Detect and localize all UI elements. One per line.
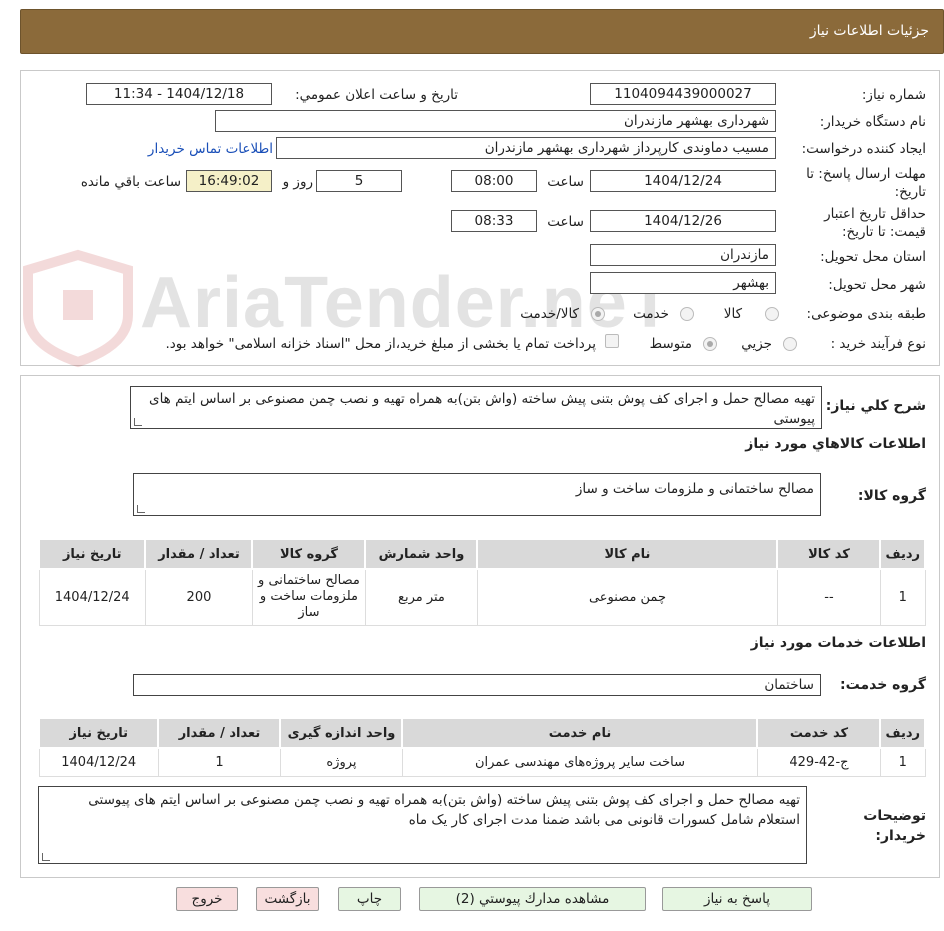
goods-cell-name: چمن مصنوعی <box>476 568 778 626</box>
goods-cell-unit: متر مربع <box>364 568 478 626</box>
category-label: طبقه بندی موضوعی: <box>806 306 926 322</box>
process-option-medium: متوسط <box>649 336 692 352</box>
goods-cell-date: 1404/12/24 <box>38 568 146 626</box>
resize-handle-icon[interactable] <box>42 853 50 861</box>
buyer-notes-text: تهیه مصالح حمل و اجرای کف پوش بتنی پیش س… <box>88 792 800 828</box>
category-radio-goods-service[interactable] <box>591 307 605 321</box>
goods-group-label: گروه كالا: <box>857 488 926 504</box>
service-group-field[interactable]: ساختمان <box>133 674 821 696</box>
goods-cell-qty: 200 <box>144 568 253 626</box>
services-table: رديف كد خدمت نام خدمت واحد اندازه گيری ت… <box>37 717 926 777</box>
category-option-goods-service: كالا/خدمت <box>520 306 579 322</box>
announce-label: تاریخ و ساعت اعلان عمومي: <box>295 87 458 103</box>
service-group-label: گروه خدمت: <box>840 677 926 693</box>
days-field[interactable]: 5 <box>316 170 402 192</box>
category-radio-goods[interactable] <box>765 307 779 321</box>
goods-col-name: نام كالا <box>476 538 779 570</box>
goods-col-group: گروه كالا <box>251 538 367 570</box>
buyer-org-label: نام دستگاه خريدار: <box>819 114 926 130</box>
exit-button[interactable]: خروج <box>176 887 238 911</box>
table-row: 1 -- چمن مصنوعی متر مربع مصالح ساختمانی … <box>38 568 926 626</box>
city-label: شهر محل تحويل: <box>828 277 926 293</box>
announce-field[interactable]: 1404/12/18 - 11:34 <box>86 83 272 105</box>
goods-cell-group: مصالح ساختمانی و ملزومات ساخت و ساز <box>251 568 366 626</box>
deadline-date-field[interactable]: 1404/12/24 <box>590 170 776 192</box>
category-radio-service[interactable] <box>680 307 694 321</box>
process-option-minor: جزيي <box>741 336 772 352</box>
category-option-goods: كالا <box>723 306 742 322</box>
description-text: تهیه مصالح حمل و اجرای کف پوش بتنی پیش س… <box>149 391 815 427</box>
reply-button[interactable]: پاسخ به نياز <box>662 887 812 911</box>
services-cell-code: ج-42-429 <box>756 747 881 777</box>
description-field[interactable]: تهیه مصالح حمل و اجرای کف پوش بتنی پیش س… <box>130 386 822 429</box>
services-cell-date: 1404/12/24 <box>38 747 159 777</box>
services-cell-row: 1 <box>879 747 926 777</box>
goods-group-field[interactable]: مصالح ساختمانی و ملزومات ساخت و ساز <box>133 473 821 516</box>
validity-date-field[interactable]: 1404/12/26 <box>590 210 776 232</box>
process-label: نوع فرآيند خريد : <box>830 336 926 352</box>
services-cell-qty: 1 <box>157 747 281 777</box>
goods-col-date: تاريخ نياز <box>37 538 147 570</box>
validity-label: حداقل تاريخ اعتبار قيمت: تا تاريخ: <box>824 206 926 240</box>
province-field[interactable]: مازندران <box>590 244 776 266</box>
goods-col-unit: واحد شمارش <box>364 538 479 570</box>
requester-label: ايجاد كننده درخواست: <box>801 141 926 157</box>
goods-cell-row: 1 <box>879 568 926 626</box>
goods-col-qty: تعداد / مقدار <box>144 538 254 570</box>
validity-time-label: ساعت <box>547 214 584 230</box>
services-col-date: تاريخ نياز <box>37 717 160 749</box>
buyer-notes-field[interactable]: تهیه مصالح حمل و اجرای کف پوش بتنی پیش س… <box>38 786 807 864</box>
print-button[interactable]: چاپ <box>338 887 401 911</box>
process-radio-medium[interactable] <box>703 337 717 351</box>
buyer-org-field[interactable]: شهرداری بهشهر مازندران <box>215 110 776 132</box>
days-label: روز و <box>282 174 313 190</box>
city-field[interactable]: بهشهر <box>590 272 776 294</box>
services-section-title: اطلاعات خدمات مورد نياز <box>750 635 926 651</box>
goods-section-title: اطلاعات كالاهاي مورد نياز <box>745 436 926 452</box>
back-button[interactable]: بازگشت <box>256 887 319 911</box>
services-col-name: نام خدمت <box>401 717 759 749</box>
page-title: جزئیات اطلاعات نیاز <box>809 23 929 39</box>
requester-field[interactable]: مسیب دماوندی کارپرداز شهرداری بهشهر مازن… <box>276 137 776 159</box>
goods-group-text: مصالح ساختمانی و ملزومات ساخت و ساز <box>575 481 814 497</box>
need-number-label: شماره نیاز: <box>861 87 926 103</box>
services-col-qty: تعداد / مقدار <box>157 717 282 749</box>
process-radio-minor[interactable] <box>783 337 797 351</box>
buyer-notes-label: توضيحات خريدار: <box>863 808 926 844</box>
category-option-service: خدمت <box>633 306 669 322</box>
services-col-code: كد خدمت <box>756 717 882 749</box>
services-cell-name: ساخت سایر پروژه‌های مهندسی عمران <box>401 747 758 777</box>
goods-col-row: رديف <box>879 538 926 570</box>
payment-checkbox[interactable] <box>605 334 619 348</box>
payment-note: پرداخت تمام یا بخشی از مبلغ خرید،از محل … <box>165 336 596 352</box>
remaining-label: ساعت باقي مانده <box>80 174 181 190</box>
goods-table: رديف كد كالا نام كالا واحد شمارش گروه كا… <box>37 538 926 626</box>
description-label: شرح كلي نياز: <box>825 398 926 414</box>
resize-handle-icon[interactable] <box>134 418 142 426</box>
validity-time-field[interactable]: 08:33 <box>451 210 537 232</box>
services-col-unit: واحد اندازه گيری <box>279 717 404 749</box>
services-col-row: رديف <box>879 717 926 749</box>
province-label: استان محل تحويل: <box>820 249 926 265</box>
deadline-label: مهلت ارسال پاسخ: تا تاريخ: <box>806 166 926 200</box>
buyer-contact-link[interactable]: اطلاعات تماس خريدار <box>148 141 273 157</box>
deadline-time-label: ساعت <box>547 174 584 190</box>
remaining-time-field: 16:49:02 <box>186 170 272 192</box>
table-row: 1 ج-42-429 ساخت سایر پروژه‌های مهندسی عم… <box>38 747 926 777</box>
resize-handle-icon[interactable] <box>137 505 145 513</box>
goods-cell-code: -- <box>776 568 881 626</box>
attachments-button[interactable]: مشاهده مدارك پيوستي (2) <box>419 887 646 911</box>
page-header: جزئیات اطلاعات نیاز <box>20 9 944 54</box>
services-cell-unit: پروژه <box>279 747 403 777</box>
need-number-field[interactable]: 1104094439000027 <box>590 83 776 105</box>
goods-col-code: كد كالا <box>776 538 882 570</box>
deadline-time-field[interactable]: 08:00 <box>451 170 537 192</box>
